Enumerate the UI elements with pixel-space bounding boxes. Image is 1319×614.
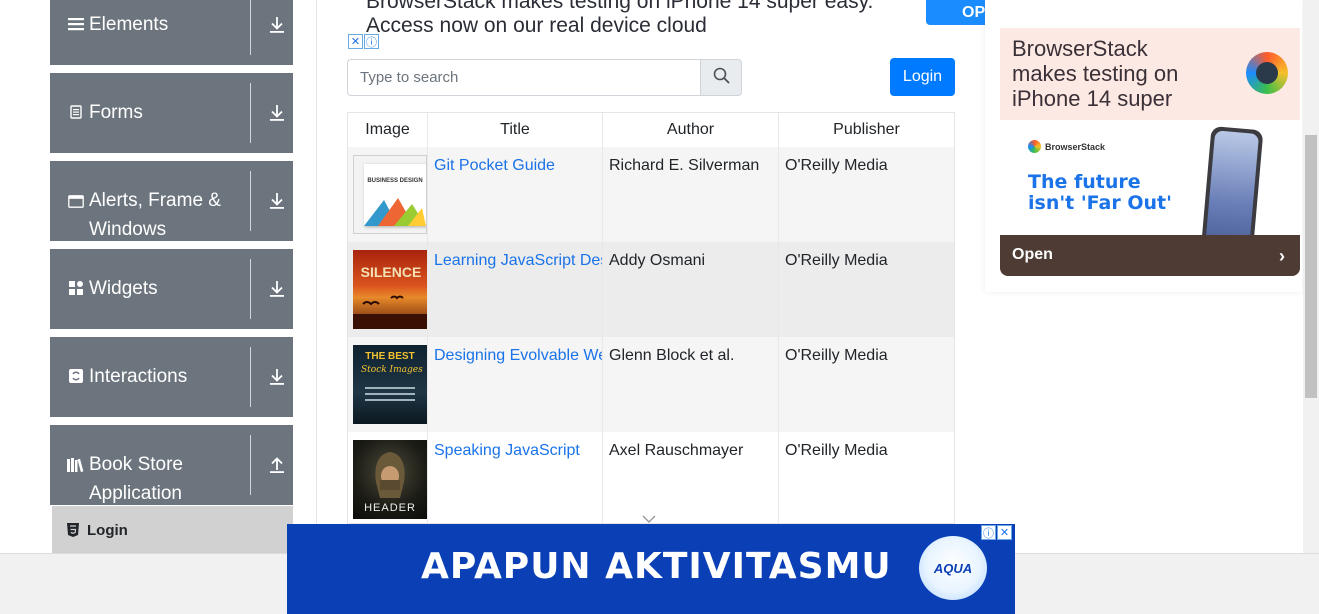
sidebar-group-label: Forms — [89, 102, 143, 123]
sidebar-group-forms[interactable]: Forms — [50, 73, 293, 153]
book-cover-image: HEADER — [353, 440, 427, 519]
sidebar-group-book-store-application[interactable]: Book Store Application — [50, 425, 293, 505]
book-title-link[interactable]: Designing Evolvable Web APIs with ASP.NE… — [434, 347, 602, 364]
info-icon[interactable]: ⓘ — [981, 525, 996, 540]
book-author: Richard E. Silverman — [603, 147, 779, 242]
window-icon — [67, 189, 85, 218]
ad-tagline-line1: The future — [1028, 171, 1141, 193]
download-arrow-icon[interactable] — [260, 73, 293, 153]
book-publisher: O'Reilly Media — [785, 252, 888, 269]
sidebar-group-label: Alerts, Frame & — [89, 190, 221, 211]
book-author: Glenn Block et al. — [603, 337, 779, 432]
download-arrow-icon[interactable] — [260, 249, 293, 329]
interaction-icon — [67, 368, 85, 386]
top-ad-banner[interactable]: BrowserStack makes testing on iPhone 14 … — [348, 0, 998, 50]
search-button[interactable] — [700, 59, 742, 96]
book-author: Axel Rauschmayer — [603, 432, 779, 523]
right-ad[interactable]: ⓘ ✕ BrowserStack makes testing on iPhone… — [985, 0, 1302, 292]
document-icon — [67, 104, 85, 122]
download-arrow-icon[interactable] — [260, 161, 293, 241]
browserstack-logo-icon — [1246, 52, 1288, 94]
ad-choices[interactable]: ✕ ⓘ — [348, 34, 379, 49]
book-title-link[interactable]: Speaking JavaScript — [434, 442, 580, 459]
close-icon[interactable]: ✕ — [348, 34, 363, 49]
ad-brand: BrowserStack — [1045, 141, 1106, 152]
top-ad-text-line2: Access now on our real device cloud — [366, 14, 707, 37]
top-ad-text-line1: BrowserStack makes testing on iPhone 14 … — [366, 0, 874, 13]
sidebar-group-label: Elements — [89, 14, 169, 35]
ad-headline-line3: iPhone 14 super — [1012, 86, 1173, 111]
book-cover-image: SILENCE — [353, 250, 427, 329]
book-image-cell: BUSINESS DESIGN — [348, 147, 428, 242]
grid-icon — [67, 280, 85, 298]
book-publisher: O'Reilly Media — [785, 442, 888, 459]
download-arrow-icon[interactable] — [260, 337, 293, 417]
column-header-publisher[interactable]: Publisher — [779, 113, 954, 147]
sidebar-group-interactions[interactable]: Interactions — [50, 337, 293, 417]
html5-icon — [67, 523, 81, 537]
book-title-link[interactable]: Learning JavaScript Design Patterns — [434, 252, 602, 269]
table-header: Image Title Author Publisher — [348, 113, 954, 147]
search-input[interactable] — [347, 59, 701, 96]
book-image-cell: SILENCE — [348, 242, 428, 337]
table-row: SILENCE Learning JavaScript Design Patte… — [348, 242, 954, 337]
chevron-right-icon[interactable]: › — [1279, 246, 1285, 267]
book-cover-image: BUSINESS DESIGN — [353, 155, 427, 234]
sidebar-group-label: Interactions — [89, 366, 188, 387]
sidebar-item-label: Login — [87, 521, 128, 539]
books-icon — [67, 453, 85, 482]
ad-headline-line1: BrowserStack — [1012, 36, 1148, 61]
column-header-author[interactable]: Author — [603, 113, 779, 147]
download-arrow-icon[interactable] — [260, 0, 293, 65]
browserstack-small-logo-icon — [1028, 140, 1041, 153]
column-header-image[interactable]: Image — [348, 113, 428, 147]
left-sidebar: Elements Forms Alerts, Frame & Windows W… — [0, 0, 317, 554]
table-row: THE BEST Stock Images Designing Evolvabl… — [348, 337, 954, 432]
bottom-ad-banner[interactable]: APAPUN AKTIVITASMU AQUA ⓘ ✕ — [287, 524, 1015, 614]
sidebar-group-alerts-frame-windows[interactable]: Alerts, Frame & Windows — [50, 161, 293, 241]
page-scrollbar[interactable] — [1303, 0, 1319, 553]
upload-arrow-icon[interactable] — [260, 425, 293, 505]
ad-headline-line2: makes testing on — [1012, 61, 1179, 86]
books-table: Image Title Author Publisher BUSINESS DE… — [347, 112, 955, 524]
page: Elements Forms Alerts, Frame & Windows W… — [0, 0, 1319, 614]
close-icon[interactable]: ✕ — [997, 525, 1012, 540]
hamburger-icon — [67, 17, 85, 34]
sidebar-group-elements[interactable]: Elements — [50, 0, 293, 65]
sidebar-group-label: Book Store — [89, 454, 183, 475]
sidebar-group-label-line2: Windows — [89, 219, 167, 240]
book-author: Addy Osmani — [603, 242, 779, 337]
book-title-link[interactable]: Git Pocket Guide — [434, 157, 555, 174]
book-image-cell: THE BEST Stock Images — [348, 337, 428, 432]
info-icon[interactable]: ⓘ — [364, 34, 379, 49]
sidebar-group-widgets[interactable]: Widgets — [50, 249, 293, 329]
book-cover-image: THE BEST Stock Images — [353, 345, 427, 424]
ad-tagline-line2: isn't 'Far Out' — [1028, 192, 1172, 214]
scrollbar-thumb[interactable] — [1305, 135, 1317, 398]
book-publisher: O'Reilly Media — [785, 347, 888, 364]
aqua-logo: AQUA — [919, 536, 987, 600]
table-row: BUSINESS DESIGN Git Pocket Guide Richard… — [348, 147, 954, 242]
chevron-down-icon — [641, 511, 657, 523]
search-icon — [713, 67, 730, 89]
ad-open-button[interactable]: Open — [1012, 246, 1053, 264]
column-header-title[interactable]: Title — [428, 113, 603, 147]
login-button[interactable]: Login — [890, 58, 955, 96]
ad-choices[interactable]: ⓘ ✕ — [981, 525, 1012, 540]
sidebar-group-label: Widgets — [89, 278, 158, 299]
bottom-ad-text: APAPUN AKTIVITASMU — [421, 546, 892, 587]
book-publisher: O'Reilly Media — [785, 157, 888, 174]
book-image-cell: HEADER — [348, 432, 428, 523]
sidebar-group-label-line2: Application — [89, 483, 182, 504]
sidebar-item-login[interactable]: Login — [50, 506, 293, 554]
